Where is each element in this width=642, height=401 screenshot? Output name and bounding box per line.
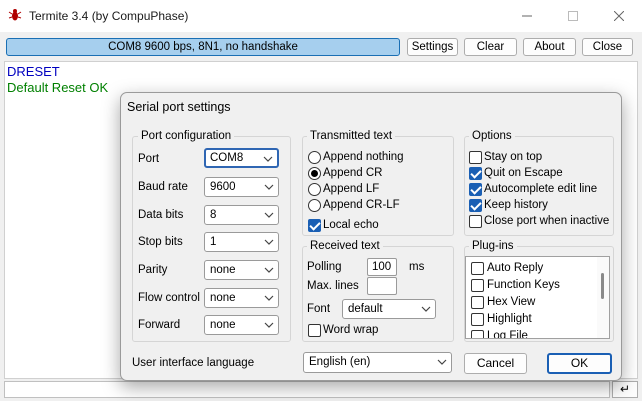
autocomplete-label: Autocomplete edit line [484, 183, 598, 195]
port-config-title: Port configuration [138, 130, 235, 142]
terminal-line: DRESET [7, 64, 60, 79]
log-file-checkbox[interactable] [471, 330, 484, 338]
quit-on-escape-label: Quit on Escape [484, 167, 563, 179]
keep-history-label: Keep history [484, 199, 548, 211]
plugin-label: Hex View [487, 296, 536, 308]
close-port-label: Close port when inactive [484, 215, 610, 227]
close-window-button[interactable] [596, 0, 642, 32]
connection-status: COM8 9600 bps, 8N1, no handshake [6, 38, 400, 56]
flow-control-label: Flow control [138, 292, 200, 304]
plugins-scroll-thumb[interactable] [601, 273, 604, 299]
baud-rate-select[interactable]: 9600 [204, 177, 279, 197]
parity-label: Parity [138, 264, 168, 276]
quit-on-escape-checkbox[interactable] [469, 167, 482, 180]
chevron-down-icon [263, 156, 273, 162]
append-crlf-label: Append CR-LF [323, 199, 400, 211]
word-wrap-checkbox[interactable] [308, 324, 321, 337]
chevron-down-icon [264, 322, 274, 328]
plugin-label: Log File [487, 330, 528, 339]
terminal-line: Default Reset OK [7, 80, 109, 95]
stay-on-top-label: Stay on top [484, 151, 543, 163]
maximize-button[interactable] [550, 0, 596, 32]
parity-select[interactable]: none [204, 260, 279, 280]
append-crlf-radio[interactable] [308, 199, 321, 212]
stay-on-top-checkbox[interactable] [469, 151, 482, 164]
forward-label: Forward [138, 319, 181, 331]
plugins-list[interactable]: Auto Reply Function Keys Hex View Highli… [465, 256, 610, 339]
function-keys-checkbox[interactable] [471, 279, 484, 292]
app-icon [8, 9, 22, 21]
polling-unit: ms [409, 261, 425, 273]
chevron-down-icon [421, 306, 431, 312]
append-lf-label: Append LF [323, 183, 380, 195]
font-select[interactable]: default [342, 299, 436, 319]
highlight-checkbox[interactable] [471, 313, 484, 326]
command-input[interactable] [4, 381, 610, 398]
enter-icon: ↵ [619, 382, 631, 396]
window-title: Termite 3.4 (by CompuPhase) [29, 9, 189, 23]
local-echo-checkbox[interactable] [308, 219, 321, 232]
plugin-label: Auto Reply [487, 262, 544, 274]
forward-select[interactable]: none [204, 315, 279, 335]
append-nothing-label: Append nothing [323, 151, 404, 163]
keep-history-checkbox[interactable] [469, 199, 482, 212]
stop-bits-select[interactable]: 1 [204, 232, 279, 252]
ui-language-label: User interface language [132, 357, 255, 369]
send-button[interactable]: ↵ [612, 381, 638, 398]
auto-reply-checkbox[interactable] [471, 262, 484, 275]
plugin-label: Highlight [487, 313, 532, 325]
minimize-icon [522, 15, 532, 17]
append-nothing-radio[interactable] [308, 151, 321, 164]
port-select[interactable]: COM8 [204, 148, 279, 168]
ui-language-select[interactable]: English (en) [303, 352, 452, 373]
chevron-down-icon [264, 184, 274, 190]
clear-button[interactable]: Clear [464, 38, 517, 56]
options-title: Options [469, 130, 515, 142]
max-lines-input[interactable] [367, 277, 397, 295]
flow-control-select[interactable]: none [204, 288, 279, 308]
hex-view-checkbox[interactable] [471, 296, 484, 309]
about-button[interactable]: About [523, 38, 576, 56]
port-label: Port [138, 153, 160, 165]
settings-button[interactable]: Settings [407, 38, 458, 56]
chevron-down-icon [264, 239, 274, 245]
chevron-down-icon [264, 267, 274, 273]
chevron-down-icon [264, 295, 274, 301]
chevron-down-icon [437, 359, 447, 365]
append-cr-label: Append CR [323, 167, 383, 179]
chevron-down-icon [264, 212, 274, 218]
close-button[interactable]: Close [582, 38, 633, 56]
plugins-title: Plug-ins [469, 240, 517, 252]
append-cr-radio[interactable] [308, 167, 321, 180]
polling-input[interactable]: 100 [367, 258, 397, 276]
font-label: Font [307, 303, 331, 315]
stop-bits-label: Stop bits [138, 236, 183, 248]
minimize-button[interactable] [504, 0, 550, 32]
close-port-checkbox[interactable] [469, 215, 482, 228]
received-title: Received text [307, 240, 383, 252]
word-wrap-label: Word wrap [323, 324, 379, 336]
data-bits-select[interactable]: 8 [204, 205, 279, 225]
transmitted-title: Transmitted text [307, 130, 396, 142]
ok-button[interactable]: OK [547, 353, 612, 374]
append-lf-radio[interactable] [308, 183, 321, 196]
baud-rate-label: Baud rate [138, 181, 188, 193]
dialog-title: Serial port settings [127, 100, 231, 114]
max-lines-label: Max. lines [307, 280, 359, 292]
local-echo-label: Local echo [323, 219, 379, 231]
autocomplete-checkbox[interactable] [469, 183, 482, 196]
cancel-button[interactable]: Cancel [464, 353, 527, 374]
data-bits-label: Data bits [138, 209, 184, 221]
polling-label: Polling [307, 261, 342, 273]
maximize-icon [568, 11, 578, 21]
close-icon [614, 11, 624, 21]
plugin-label: Function Keys [487, 279, 560, 291]
